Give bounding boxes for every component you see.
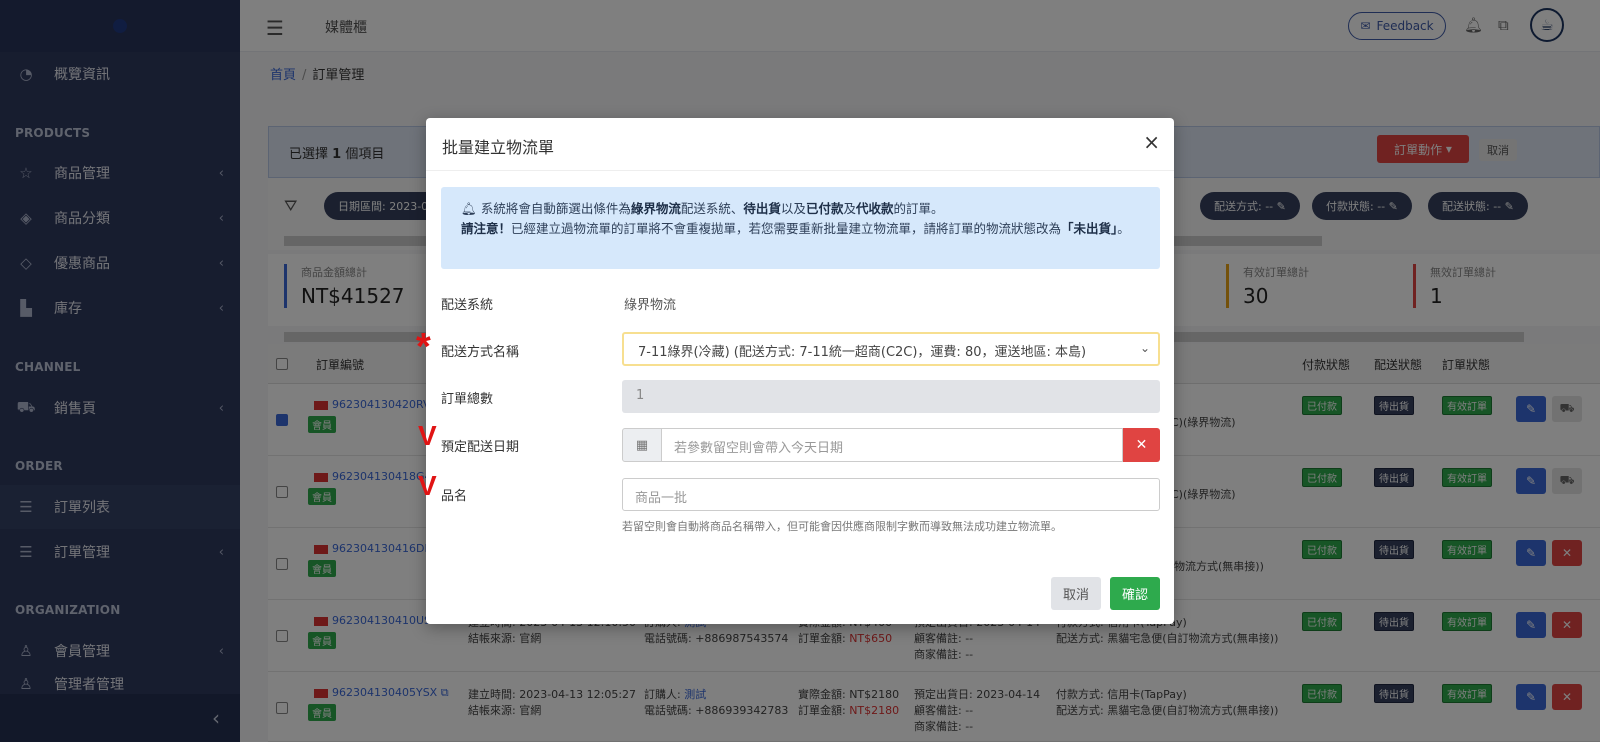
ship-method-selected: 7-11綠界(冷藏) (配送方式: 7-11統一超商(C2C)，運費: 80，運… (638, 345, 1087, 360)
chevron-down-icon: ⌄ (1139, 341, 1150, 355)
ship-date-label: 預定配送日期 (441, 440, 520, 455)
bell-icon: 🔔︎ (461, 201, 477, 216)
alert-bold: 待出貨 (743, 201, 781, 216)
product-name-hint: 若留空則會自動將商品名稱帶入，但可能會因供應商限制字數而導致無法成功建立物流單。 (622, 520, 1062, 533)
modal-divider (426, 170, 1174, 171)
ship-method-select[interactable]: 7-11綠界(冷藏) (配送方式: 7-11統一超商(C2C)，運費: 80，運… (622, 332, 1160, 366)
alert-text: 。 (1117, 221, 1130, 236)
alert-text: 配送系統、 (680, 201, 744, 216)
alert-text: 的訂單。 (893, 201, 944, 216)
check-mark-annotation: V (418, 470, 437, 501)
alert-text: 及 (843, 201, 856, 216)
modal-title: 批量建立物流單 (442, 138, 555, 157)
confirm-button[interactable]: 確認 (1110, 577, 1160, 610)
batch-logistics-modal: 批量建立物流單 × 🔔︎ 系統將會自動篩選出條件為綠界物流配送系統、待出貨以及已… (426, 118, 1174, 624)
close-icon[interactable]: × (1143, 130, 1160, 154)
alert-text: 系統將會自動篩選出條件為 (480, 201, 631, 216)
clear-date-button[interactable]: ✕ (1123, 428, 1160, 462)
ship-date-input-group: ▦ 若參數留空則會帶入今天日期 ✕ (622, 428, 1160, 462)
ship-system-label: 配送系統 (441, 298, 494, 313)
alert-bold: 已付款 (805, 201, 844, 216)
alert-bold: 綠界物流 (630, 201, 681, 216)
ship-date-input[interactable]: 若參數留空則會帶入今天日期 (661, 428, 1123, 462)
cancel-button[interactable]: 取消 (1051, 577, 1101, 610)
close-icon: ✕ (1135, 437, 1148, 453)
check-mark-annotation: V (418, 420, 437, 451)
product-name-label: 品名 (441, 489, 468, 504)
alert-text: 以及 (780, 201, 806, 216)
order-count-label: 訂單總數 (441, 392, 494, 407)
info-alert: 🔔︎ 系統將會自動篩選出條件為綠界物流配送系統、待出貨以及已付款及代收款的訂單。… (441, 187, 1160, 269)
product-name-input[interactable]: 商品一批 (622, 478, 1160, 511)
alert-line-2: 請注意！已經建立過物流單的訂單將不會重複拋單，若您需要重新批量建立物流單，請將訂… (461, 219, 1140, 239)
alert-bold: 代收款 (855, 201, 894, 216)
alert-bold: 請注意！ (461, 221, 512, 236)
alert-bold: 「未出貨」 (1061, 221, 1118, 236)
alert-line-1: 🔔︎ 系統將會自動篩選出條件為綠界物流配送系統、待出貨以及已付款及代收款的訂單。 (461, 199, 1140, 219)
required-asterisk-annotation: * (416, 326, 431, 368)
ship-system-value: 綠界物流 (624, 298, 677, 313)
order-count-field: 1 (622, 380, 1160, 413)
ship-method-label: 配送方式名稱 (441, 345, 520, 360)
alert-text: 已經建立過物流單的訂單將不會重複拋單，若您需要重新批量建立物流單，請將訂單的物流… (511, 221, 1062, 236)
calendar-icon[interactable]: ▦ (622, 428, 662, 462)
